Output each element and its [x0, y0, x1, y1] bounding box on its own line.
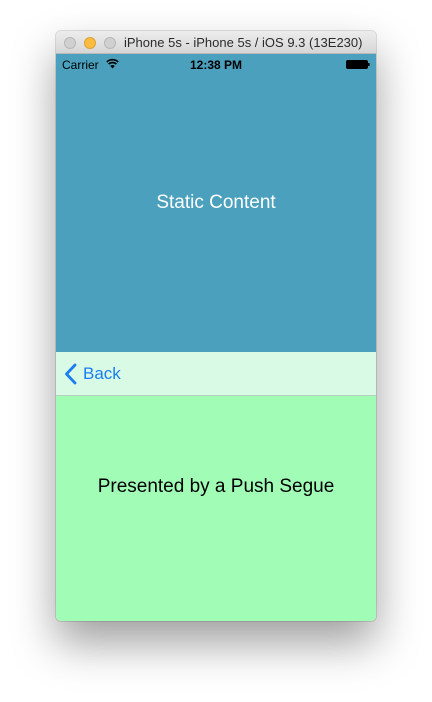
- pushed-content-panel: Presented by a Push Segue: [56, 396, 376, 621]
- window-title: iPhone 5s - iPhone 5s / iOS 9.3 (13E230): [124, 35, 363, 50]
- static-content-label: Static Content: [156, 192, 276, 213]
- device-screen: Carrier 12:38 PM Static Content Back Pre…: [56, 54, 376, 621]
- zoom-window-button[interactable]: [104, 37, 116, 49]
- pushed-content-label: Presented by a Push Segue: [97, 476, 335, 497]
- navigation-bar: Back: [56, 352, 376, 396]
- battery-icon: [346, 60, 370, 69]
- back-button-label: Back: [83, 364, 121, 383]
- chevron-left-icon: [65, 363, 77, 385]
- status-time: 12:38 PM: [189, 58, 243, 72]
- status-bar: Carrier 12:38 PM: [56, 54, 376, 74]
- close-window-button[interactable]: [64, 37, 76, 49]
- minimize-window-button[interactable]: [84, 37, 96, 49]
- simulator-window: iPhone 5s - iPhone 5s / iOS 9.3 (13E230)…: [56, 31, 376, 621]
- back-button[interactable]: Back: [64, 352, 121, 396]
- static-content-panel: Static Content: [56, 74, 376, 352]
- window-titlebar: iPhone 5s - iPhone 5s / iOS 9.3 (13E230): [56, 31, 376, 54]
